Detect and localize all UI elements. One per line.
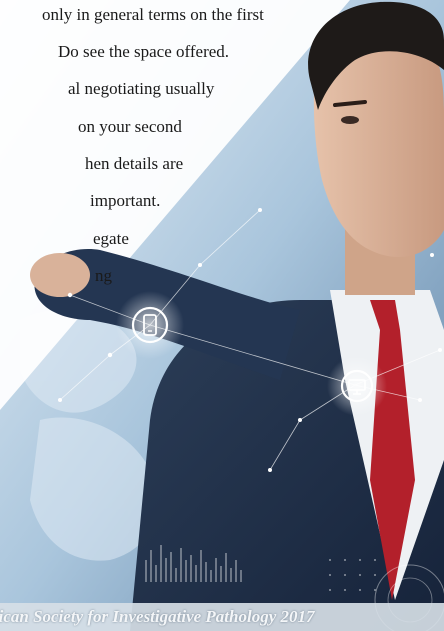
copyright-caption-text: rican Society for Investigative Patholog…	[0, 607, 315, 626]
text-line: on your second	[78, 117, 182, 136]
text-line: only in general terms on the first	[42, 5, 264, 24]
text-line: al negotiating usually	[68, 79, 215, 98]
text-line: Do see the space offered.	[58, 42, 230, 61]
article-text-region: only in general terms on the first Do se…	[0, 0, 444, 631]
text-line: important.	[90, 191, 161, 210]
copyright-caption: rican Society for Investigative Patholog…	[0, 603, 444, 631]
text-line: egate	[93, 229, 129, 248]
text-line: ng	[95, 266, 112, 285]
text-line: hen details are	[85, 154, 184, 173]
photo-page: only in general terms on the first Do se…	[0, 0, 444, 631]
